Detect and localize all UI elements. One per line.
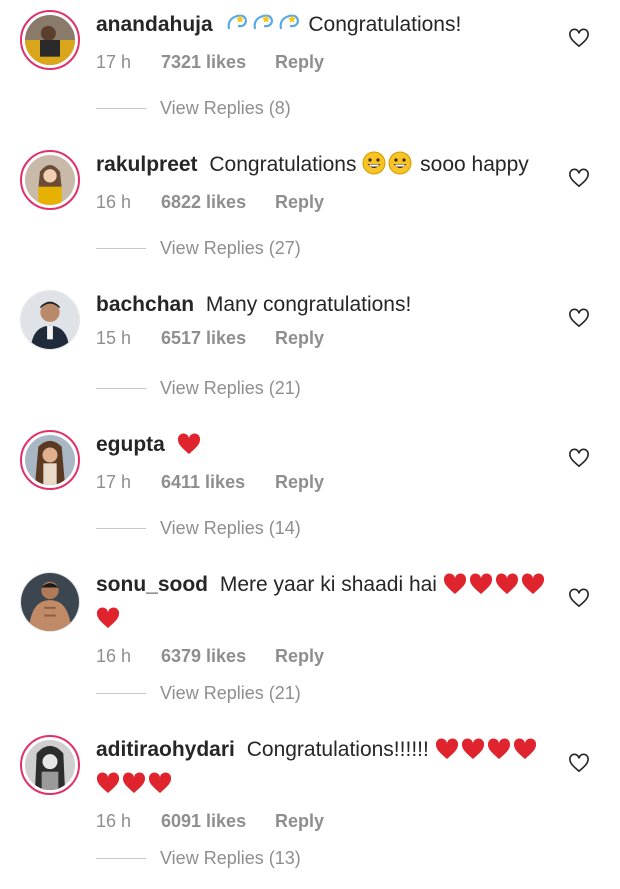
comment-body: Congratulations!!!!!! (246, 738, 429, 761)
view-replies-label[interactable]: View Replies (21) (160, 378, 301, 399)
comment-time: 15 h (96, 327, 132, 348)
dizzy-star-emoji-icon (225, 11, 249, 44)
red-heart-emoji-icon (148, 772, 172, 803)
view-replies-button[interactable]: View Replies (21) (96, 378, 301, 399)
red-heart-emoji-icon (96, 607, 120, 638)
comment-meta: 16 h 6091 likes Reply (96, 807, 564, 835)
comment-text: bachchan Many congratulations! (96, 290, 564, 320)
reply-button[interactable]: Reply (275, 472, 324, 493)
comment-body: Congratulations (209, 153, 357, 176)
red-heart-emoji-icon (513, 738, 537, 769)
reply-button[interactable]: Reply (275, 192, 324, 213)
emoji-group (225, 13, 303, 36)
comment-text: sonu_sood Mere yaar ki shaadi hai (96, 570, 564, 638)
avatar[interactable] (20, 572, 80, 632)
comment-meta: 17 h 7321 likes Reply (96, 48, 564, 76)
reply-button[interactable]: Reply (275, 52, 324, 73)
dizzy-star-emoji-icon (251, 11, 275, 44)
avatar[interactable] (20, 150, 80, 210)
emoji-group (177, 433, 203, 456)
comment-body-after: sooo happy (420, 153, 529, 176)
red-heart-emoji-icon (435, 738, 459, 769)
comment-username[interactable]: egupta (96, 433, 165, 456)
view-replies-label[interactable]: View Replies (14) (160, 518, 301, 539)
comment-text: rakulpreet Congratulations sooo happy (96, 150, 564, 184)
comment-likes[interactable]: 6379 likes (161, 646, 275, 667)
comment-likes[interactable]: 6517 likes (161, 328, 275, 349)
view-replies-button[interactable]: View Replies (21) (96, 683, 301, 704)
view-replies-button[interactable]: View Replies (14) (96, 518, 301, 539)
comment-time: 16 h (96, 191, 132, 212)
comment-text: egupta (96, 430, 564, 464)
dizzy-star-emoji-icon (277, 11, 301, 44)
red-heart-emoji-icon (177, 433, 201, 464)
comment-body: Many congratulations! (205, 293, 412, 316)
view-replies-button[interactable]: View Replies (13) (96, 848, 301, 869)
red-heart-emoji-icon (487, 738, 511, 769)
red-heart-emoji-icon (469, 573, 493, 604)
comment-text: anandahuja Congratulations! (96, 10, 564, 44)
avatar[interactable] (20, 290, 80, 350)
comment-username[interactable]: bachchan (96, 293, 194, 316)
comment-time: 17 h (96, 471, 132, 492)
comment-time: 16 h (96, 810, 132, 831)
heart-outline-icon[interactable] (568, 448, 590, 468)
divider (96, 108, 146, 109)
divider (96, 528, 146, 529)
reply-button[interactable]: Reply (275, 328, 324, 349)
avatar[interactable] (20, 10, 80, 70)
reply-button[interactable]: Reply (275, 646, 324, 667)
comment-likes[interactable]: 6091 likes (161, 811, 275, 832)
comment-text: aditiraohydari Congratulations!!!!!! (96, 735, 564, 803)
comment-likes[interactable]: 7321 likes (161, 52, 275, 73)
grinning-face-emoji-icon (388, 151, 412, 184)
comment-time: 17 h (96, 51, 132, 72)
comment-body: Congratulations! (308, 13, 462, 36)
view-replies-button[interactable]: View Replies (27) (96, 238, 301, 259)
comment-username[interactable]: rakulpreet (96, 153, 198, 176)
heart-outline-icon[interactable] (568, 588, 590, 608)
comment-time: 16 h (96, 645, 132, 666)
divider (96, 388, 146, 389)
divider (96, 248, 146, 249)
divider (96, 858, 146, 859)
heart-outline-icon[interactable] (568, 28, 590, 48)
red-heart-emoji-icon (495, 573, 519, 604)
comment-likes[interactable]: 6411 likes (161, 472, 275, 493)
divider (96, 693, 146, 694)
heart-outline-icon[interactable] (568, 308, 590, 328)
avatar[interactable] (20, 735, 80, 795)
heart-outline-icon[interactable] (568, 168, 590, 188)
comment-username[interactable]: aditiraohydari (96, 738, 235, 761)
reply-button[interactable]: Reply (275, 811, 324, 832)
comment-username[interactable]: sonu_sood (96, 573, 208, 596)
comment-body: Mere yaar ki shaadi hai (219, 573, 437, 596)
red-heart-emoji-icon (461, 738, 485, 769)
emoji-group (362, 151, 414, 176)
view-replies-label[interactable]: View Replies (21) (160, 683, 301, 704)
red-heart-emoji-icon (96, 772, 120, 803)
comment-meta: 16 h 6822 likes Reply (96, 188, 564, 216)
heart-outline-icon[interactable] (568, 753, 590, 773)
view-replies-label[interactable]: View Replies (27) (160, 238, 301, 259)
grinning-face-emoji-icon (362, 151, 386, 184)
red-heart-emoji-icon (443, 573, 467, 604)
comment-meta: 15 h 6517 likes Reply (96, 324, 564, 352)
comment-likes[interactable]: 6822 likes (161, 192, 275, 213)
comment-username[interactable]: anandahuja (96, 13, 213, 36)
view-replies-label[interactable]: View Replies (13) (160, 848, 301, 869)
red-heart-emoji-icon (521, 573, 545, 604)
red-heart-emoji-icon (122, 772, 146, 803)
comment-meta: 16 h 6379 likes Reply (96, 642, 564, 670)
view-replies-label[interactable]: View Replies (8) (160, 98, 291, 119)
comment-meta: 17 h 6411 likes Reply (96, 468, 564, 496)
avatar[interactable] (20, 430, 80, 490)
view-replies-button[interactable]: View Replies (8) (96, 98, 291, 119)
